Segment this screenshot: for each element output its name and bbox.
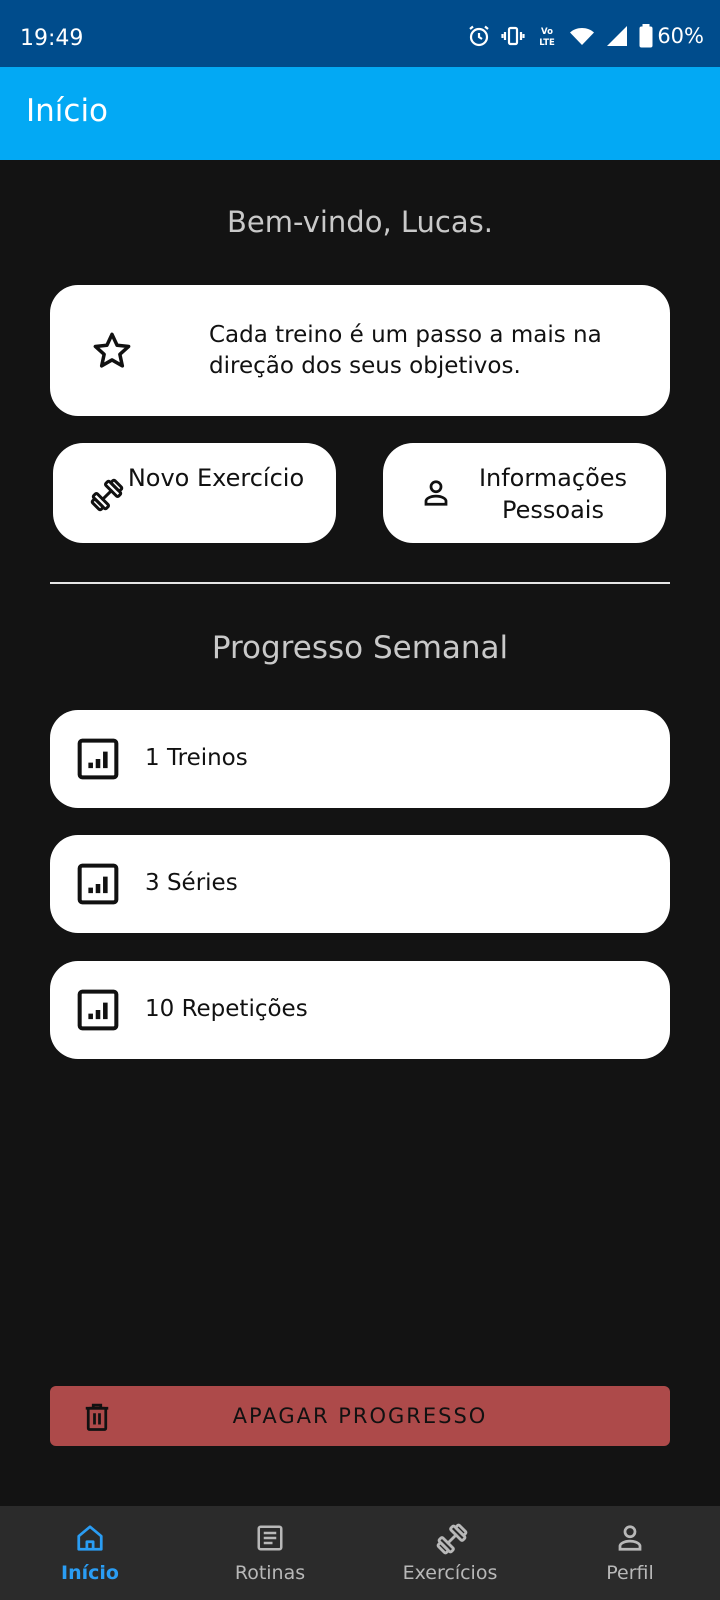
stat-reps: 10 Repetições: [145, 996, 308, 1022]
nav-label-profile: Perfil: [606, 1562, 654, 1584]
stat-workouts: 1 Treinos: [145, 745, 248, 771]
chart-icon: [76, 988, 120, 1036]
page-title: Início: [26, 93, 109, 129]
nav-label-exercises: Exercícios: [402, 1562, 498, 1584]
nav-item-exercises[interactable]: Exercícios: [360, 1506, 540, 1600]
volte-icon: Vo LTE: [540, 27, 556, 48]
nav-label-home: Início: [61, 1562, 119, 1584]
status-time: 19:49: [20, 26, 84, 51]
delete-progress-button[interactable]: APAGAR PROGRESSO: [50, 1386, 670, 1446]
nav-item-profile[interactable]: Perfil: [540, 1506, 720, 1600]
stat-card-reps: 10 Repetições: [50, 961, 670, 1059]
person-icon: [615, 1522, 645, 1558]
person-icon: [421, 477, 451, 513]
wifi-icon: [570, 28, 595, 45]
new-exercise-label: Novo Exercício: [127, 464, 305, 492]
home-icon: [75, 1522, 105, 1558]
dumbbell-icon: [435, 1522, 469, 1560]
personal-info-label: Informações Pessoais: [478, 464, 628, 524]
svg-text:Vo: Vo: [541, 27, 553, 37]
section-title: Progresso Semanal: [211, 630, 509, 666]
new-exercise-button[interactable]: Novo Exercício: [53, 443, 336, 543]
divider: [50, 582, 670, 584]
battery-percentage: 60%: [657, 24, 704, 48]
bottom-nav: Início Rotinas Exercícios Perfil: [0, 1506, 720, 1600]
nav-item-routines[interactable]: Rotinas: [180, 1506, 360, 1600]
stat-card-sets: 3 Séries: [50, 835, 670, 933]
delete-progress-label: APAGAR PROGRESSO: [232, 1404, 488, 1428]
app-bar: Início: [0, 67, 720, 160]
nav-item-home[interactable]: Início: [0, 1506, 180, 1600]
status-icons: Vo LTE 60%: [467, 24, 704, 48]
alarm-icon: [469, 25, 490, 47]
chart-icon: [76, 862, 120, 910]
welcome-text: Bem-vindo, Lucas.: [227, 205, 493, 239]
motivation-card: Cada treino é um passo a mais na direção…: [50, 285, 670, 416]
star-icon: [90, 330, 134, 376]
status-bar: 19:49 Vo LTE 60%: [0, 0, 720, 67]
battery-icon: [639, 24, 653, 48]
svg-text:LTE: LTE: [540, 38, 556, 48]
personal-info-button[interactable]: Informações Pessoais: [383, 443, 666, 543]
nav-label-routines: Rotinas: [234, 1562, 306, 1584]
signal-icon: [607, 26, 628, 46]
vibrate-icon: [501, 26, 525, 46]
chart-icon: [76, 737, 120, 785]
list-icon: [255, 1522, 285, 1558]
motivation-text: Cada treino é um passo a mais na direção…: [209, 322, 602, 379]
stat-card-workouts: 1 Treinos: [50, 710, 670, 808]
stat-sets: 3 Séries: [145, 870, 238, 896]
